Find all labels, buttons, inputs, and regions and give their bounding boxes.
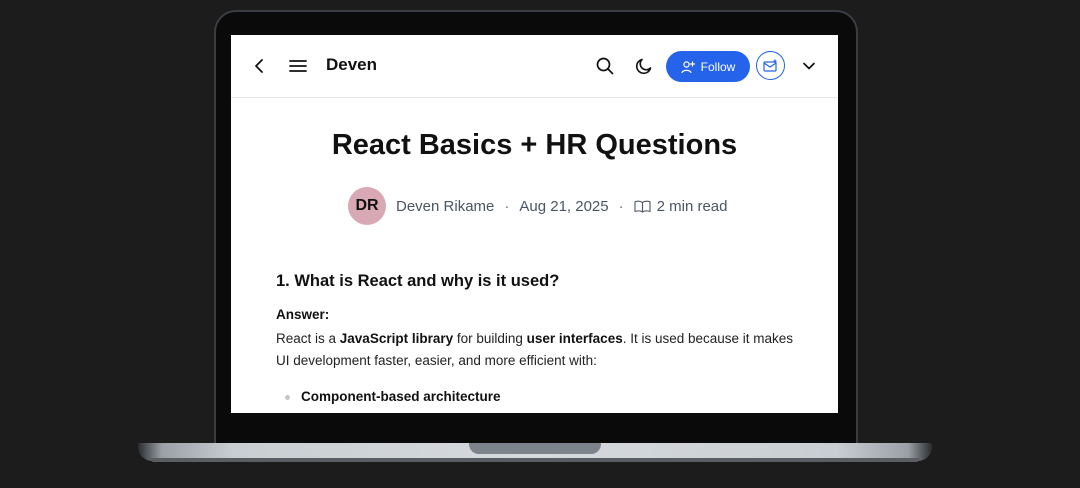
read-time: 2 min read xyxy=(656,197,728,215)
laptop-notch xyxy=(469,443,601,454)
author-name[interactable]: Deven Rikame xyxy=(396,198,494,215)
blog-title[interactable]: Deven xyxy=(326,55,377,75)
follow-button[interactable]: Follow xyxy=(666,51,750,82)
more-dropdown-button[interactable] xyxy=(799,55,819,77)
newsletter-button[interactable] xyxy=(756,51,785,80)
user-plus-icon xyxy=(681,60,695,73)
search-button[interactable] xyxy=(594,55,616,77)
menu-button[interactable] xyxy=(287,55,309,77)
meta-separator: · xyxy=(504,197,510,215)
laptop-base-edge xyxy=(150,458,920,462)
book-open-icon xyxy=(634,200,651,213)
bullet-marker xyxy=(285,395,290,400)
moon-icon xyxy=(635,58,652,75)
article-meta: DR Deven Rikame · Aug 21, 2025 · 2 min r… xyxy=(348,187,728,225)
answer-paragraph: React is a JavaScript library for buildi… xyxy=(276,331,794,368)
back-button[interactable] xyxy=(249,55,269,77)
answer-label: Answer: xyxy=(276,307,330,322)
publish-date: Aug 21, 2025 xyxy=(519,197,609,215)
mail-icon xyxy=(763,59,777,72)
author-avatar[interactable]: DR xyxy=(348,187,386,225)
browser-screen: Deven Follow React Basics + HR Questions… xyxy=(231,35,838,413)
chevron-left-icon xyxy=(255,59,263,73)
chevron-down-icon xyxy=(803,62,815,70)
hamburger-icon xyxy=(289,60,307,72)
follow-label: Follow xyxy=(700,59,736,74)
theme-toggle-button[interactable] xyxy=(633,55,655,77)
article-title: React Basics + HR Questions xyxy=(331,129,738,161)
list-item: Component-based architecture xyxy=(301,389,501,404)
meta-separator: · xyxy=(618,197,624,215)
search-icon xyxy=(596,57,614,75)
blog-header: Deven Follow xyxy=(231,35,838,98)
question-heading: 1. What is React and why is it used? xyxy=(276,272,560,290)
